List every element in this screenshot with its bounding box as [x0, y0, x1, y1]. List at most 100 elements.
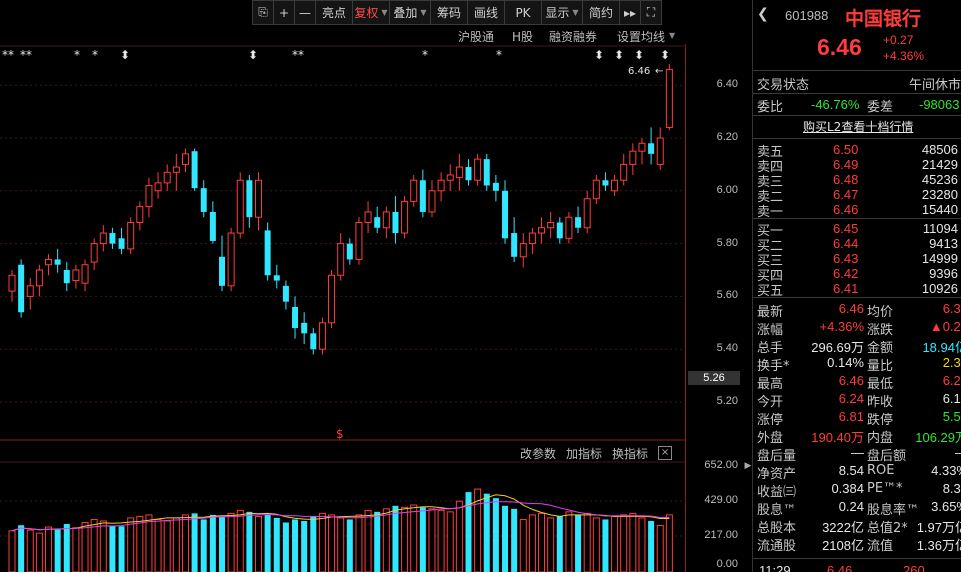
bid-level-row[interactable]: 买二 6.44 9413 [753, 236, 961, 254]
volume-bar [337, 517, 345, 572]
ask-level-row[interactable]: 卖五 6.50 48506 [753, 142, 961, 160]
tick-time: 11:29 [759, 563, 791, 572]
event-arrow-marker: ⬍ [248, 48, 258, 62]
candle-body [611, 179, 619, 192]
stat-value: 4.33% [931, 463, 961, 478]
stat-label: 流值 [867, 539, 894, 554]
bid-level-row[interactable]: 买四 6.42 9396 [753, 266, 961, 284]
volume-bar [227, 512, 235, 572]
stat-value: 3222亿 [822, 520, 864, 535]
volume-bar [374, 511, 381, 572]
add-indicator-button[interactable]: 加指标 [566, 445, 602, 462]
stat-label: 总手 [757, 341, 784, 356]
volume-bar [246, 511, 253, 572]
bid-level-row[interactable]: 买一 6.45 11094 [753, 221, 961, 239]
candle-body [364, 211, 372, 223]
bid-level-row[interactable]: 买三 6.43 14999 [753, 251, 961, 269]
ask-level-row[interactable]: 卖三 6.48 45236 [753, 172, 961, 190]
prev-stock-icon[interactable]: ❮ [757, 6, 769, 22]
stat-label: 股息™ [757, 503, 797, 518]
stat-label: 涨幅 [757, 323, 784, 338]
candle-body [301, 322, 308, 334]
stat-value: +4.36% [819, 319, 864, 334]
level-volume: 45236 [921, 172, 958, 187]
event-star-marker: * [92, 48, 98, 62]
volume-bar [665, 514, 673, 572]
level-price: 6.43 [833, 251, 859, 266]
candle-body [172, 166, 180, 173]
l2-row: 购买L2查看十档行情 [753, 118, 961, 136]
stat-row: 净资产 8.54ROE 4.33% [753, 463, 961, 482]
volume-bar [255, 515, 263, 572]
price-tick-label: 5.80 [716, 236, 738, 249]
candle-body [547, 221, 555, 229]
volume-bar [538, 512, 546, 572]
collapse-panel-handle[interactable]: ▶ [744, 452, 752, 480]
volume-bar [301, 520, 308, 572]
weibi-row: 委比 -46.76% 委差 -98063 [753, 96, 961, 115]
ask-level-row[interactable]: 卖四 6.49 21429 [753, 157, 961, 175]
stat-value: 6.46 [838, 301, 864, 316]
volume-bar [18, 525, 25, 572]
volume-bar [556, 516, 563, 572]
stat-value: 6.24 [838, 391, 864, 406]
weicha-label: 委差 [867, 100, 894, 115]
price-tick-label: 6.20 [716, 131, 738, 143]
volume-bar [282, 522, 289, 572]
volume-bar [8, 530, 16, 572]
edit-params-button[interactable]: 改参数 [520, 445, 556, 462]
ask-level-row[interactable]: 卖一 6.46 15440 [753, 202, 961, 220]
candle-body [392, 211, 399, 234]
candle-body [236, 179, 244, 234]
volume-bar [209, 514, 216, 572]
volume-bar [200, 519, 207, 572]
level-volume: 10926 [921, 281, 958, 296]
kline-chart-panel[interactable]: ⎘ + — 亮点 复权 ▼ 叠加 ▼ 筹码 画线 PK 显示 ▼ 简约 ▸▸ ⛶ 沪股通 H股 融资融券 设置… [0, 0, 744, 572]
event-arrow-marker: ⬍ [594, 48, 604, 62]
stat-label: 最新 [757, 305, 784, 320]
volume-bar [172, 517, 180, 572]
candle-body [81, 264, 89, 284]
level-price: 6.45 [833, 221, 859, 236]
candle-body [90, 243, 98, 263]
stat-label: 盘后额 [867, 449, 907, 464]
candle-body [54, 259, 61, 265]
stat-label: 外盘 [757, 431, 784, 446]
volume-bar [638, 517, 646, 572]
stat-value: — [955, 445, 961, 460]
volume-bar [81, 521, 89, 572]
kline-svg[interactable]: ** ** * * ⬍ ⬍ ** * * ⬍ ⬍ ⬍ ⬍$6.46 ← [0, 0, 686, 572]
level-volume: 9413 [929, 236, 958, 251]
stat-row: 涨幅 +4.36%涨跌 ▲0.27 [753, 319, 961, 338]
switch-indicator-button[interactable]: 换指标 [612, 445, 648, 462]
candle-body [200, 188, 207, 212]
stat-label: 最低 [867, 377, 894, 392]
volume-bar [428, 508, 436, 572]
volume-bar [629, 512, 637, 572]
volume-tick-label: 0.00 [716, 558, 738, 570]
current-price-tag: 5.26 [688, 371, 740, 385]
volume-bar [410, 504, 418, 572]
candle-body [282, 285, 289, 302]
l2-upgrade-link[interactable]: 购买L2查看十档行情 [803, 118, 913, 135]
trade-status-label: 交易状态 [757, 78, 810, 93]
volume-bar [145, 514, 153, 572]
stat-row: 今开 6.24昨收 6.19 [753, 391, 961, 410]
ask-level-row[interactable]: 卖二 6.47 23280 [753, 187, 961, 205]
tick-row: 11:29 6.46 260 [753, 563, 961, 572]
arrow-left-icon: ← [655, 66, 663, 77]
volume-bar [318, 512, 326, 572]
candle-body [154, 182, 162, 192]
weibi-value: -46.76% [811, 97, 860, 112]
stat-row: 换手* 0.14%量比 2.34 [753, 355, 961, 374]
candle-body [45, 258, 53, 266]
level-price: 6.44 [833, 236, 859, 251]
level-volume: 48506 [921, 142, 958, 157]
stat-row: 流通股 2108亿流值 1.36万亿 [753, 535, 961, 554]
candle-body [355, 221, 363, 260]
stat-row: 收益㈢ 0.384PE™* 8.36 [753, 481, 961, 500]
bid-level-row[interactable]: 买五 6.41 10926 [753, 281, 961, 299]
stat-value: 0.384 [831, 481, 864, 496]
close-icon[interactable]: × [658, 446, 673, 460]
candle-body [583, 198, 591, 229]
